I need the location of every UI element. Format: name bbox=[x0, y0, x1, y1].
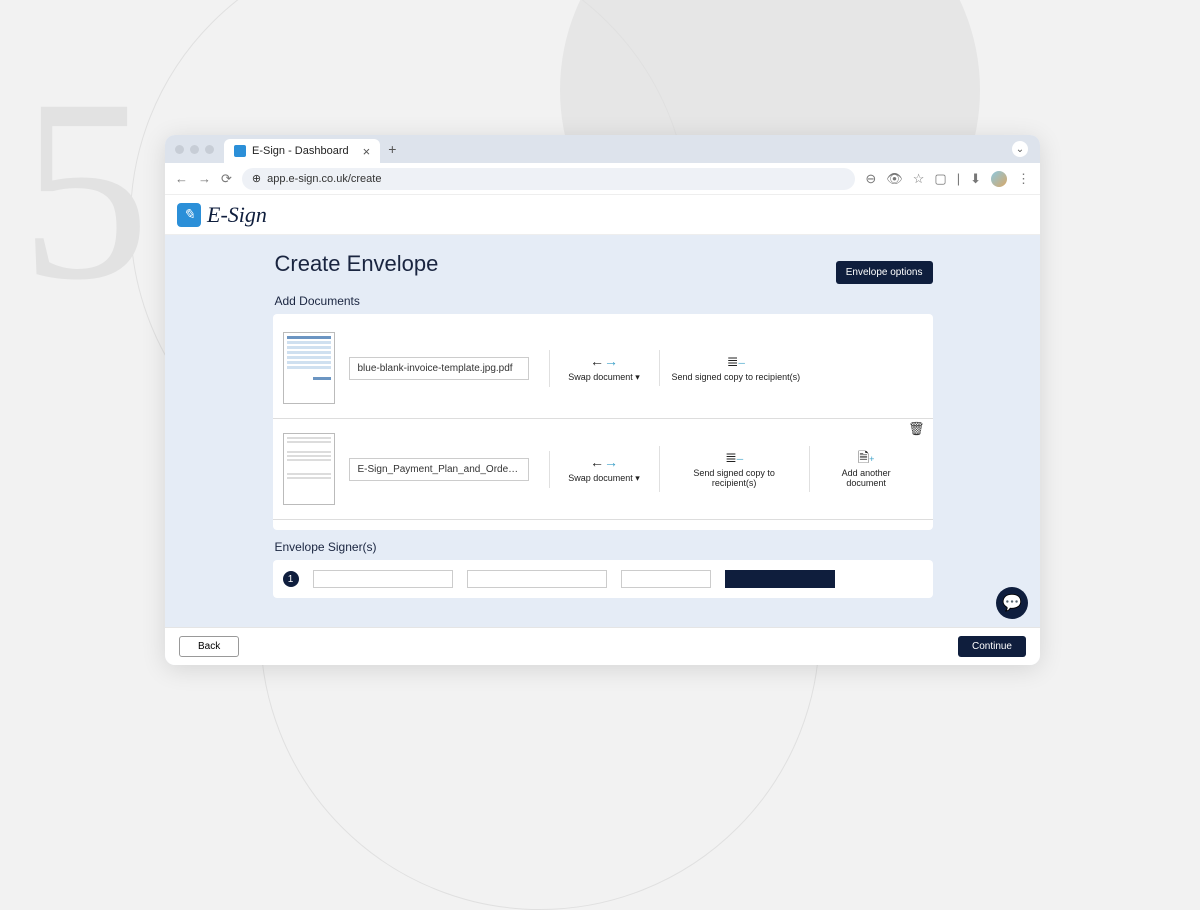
document-name-field[interactable]: blue-blank-invoice-template.jpg.pdf bbox=[349, 357, 529, 380]
brand-logo-icon: ✎ bbox=[177, 203, 201, 227]
eye-off-icon[interactable]: 👁 bbox=[886, 171, 903, 187]
step-number: 5 bbox=[20, 60, 150, 320]
profile-avatar[interactable] bbox=[991, 171, 1007, 187]
url-field[interactable]: ⊕ app.e-sign.co.uk/create bbox=[242, 168, 855, 190]
nav-back-icon[interactable]: ← bbox=[175, 171, 188, 186]
send-label: Send signed copy to recipient(s) bbox=[672, 372, 801, 382]
new-tab-button[interactable]: + bbox=[388, 141, 396, 157]
browser-window: E-Sign - Dashboard × + ⌄ ← → ⟳ ⊕ app.e-s… bbox=[165, 135, 1040, 665]
continue-button[interactable]: Continue bbox=[958, 636, 1026, 657]
chat-widget-button[interactable]: 💬 bbox=[996, 587, 1028, 619]
add-label: Add another document bbox=[822, 468, 911, 488]
document-thumbnail[interactable] bbox=[283, 332, 335, 404]
signers-card: 1 bbox=[273, 560, 933, 598]
window-controls[interactable] bbox=[175, 145, 214, 154]
swap-icon: ←→ bbox=[590, 354, 618, 368]
swap-label: Swap document ▾ bbox=[568, 473, 640, 484]
tab-overflow[interactable]: ⌄ bbox=[1012, 141, 1028, 157]
document-name-field[interactable]: E-Sign_Payment_Plan_and_Order_Form_l bbox=[349, 458, 529, 481]
browser-tab[interactable]: E-Sign - Dashboard × bbox=[224, 139, 380, 163]
envelope-signers-label: Envelope Signer(s) bbox=[275, 540, 933, 554]
tab-title: E-Sign - Dashboard bbox=[252, 145, 349, 157]
page-title: Create Envelope bbox=[275, 251, 439, 277]
document-lines-icon: ≣─ bbox=[727, 354, 745, 368]
document-row: blue-blank-invoice-template.jpg.pdf ←→ S… bbox=[283, 324, 923, 412]
envelope-options-button[interactable]: Envelope options bbox=[836, 261, 933, 284]
back-button[interactable]: Back bbox=[179, 636, 239, 657]
swap-document-button[interactable]: ←→ Swap document ▾ bbox=[549, 350, 659, 387]
extension-icon[interactable]: ▢ bbox=[934, 171, 946, 187]
app-viewport: ✎ E-Sign Create Envelope Envelope option… bbox=[165, 195, 1040, 665]
chat-icon: 💬 bbox=[1002, 593, 1022, 613]
send-label: Send signed copy to recipient(s) bbox=[672, 468, 797, 488]
kebab-menu-icon[interactable]: ⋮ bbox=[1017, 171, 1030, 187]
signer-index-badge: 1 bbox=[283, 571, 299, 587]
add-document-button[interactable]: 🗎+ Add another document bbox=[809, 446, 923, 492]
add-documents-label: Add Documents bbox=[275, 294, 933, 308]
signer-email-field[interactable] bbox=[467, 570, 607, 588]
brand-name: E-Sign bbox=[207, 202, 267, 228]
row-divider bbox=[273, 519, 933, 520]
signer-action-button[interactable] bbox=[725, 570, 835, 588]
signer-role-field[interactable] bbox=[621, 570, 711, 588]
send-copy-button[interactable]: ≣─ Send signed copy to recipient(s) bbox=[659, 446, 809, 492]
nav-reload-icon[interactable]: ⟳ bbox=[221, 171, 232, 187]
brand-bar: ✎ E-Sign bbox=[165, 195, 1040, 235]
footer-bar: Back Continue bbox=[165, 627, 1040, 665]
site-info-icon[interactable]: ⊕ bbox=[252, 172, 261, 185]
document-lines-icon: ≣─ bbox=[725, 450, 743, 464]
row-divider bbox=[273, 418, 933, 419]
url-bar: ← → ⟳ ⊕ app.e-sign.co.uk/create ⊖ 👁 ☆ ▢ … bbox=[165, 163, 1040, 195]
nav-forward-icon[interactable]: → bbox=[198, 171, 211, 186]
divider: | bbox=[957, 171, 960, 186]
content-area: Create Envelope Envelope options Add Doc… bbox=[165, 235, 1040, 627]
document-thumbnail[interactable] bbox=[283, 433, 335, 505]
favicon bbox=[234, 145, 246, 157]
swap-document-button[interactable]: ←→ Swap document ▾ bbox=[549, 451, 659, 488]
documents-card: blue-blank-invoice-template.jpg.pdf ←→ S… bbox=[273, 314, 933, 530]
send-copy-button[interactable]: ≣─ Send signed copy to recipient(s) bbox=[659, 350, 813, 386]
add-document-icon: 🗎+ bbox=[858, 450, 875, 464]
delete-document-icon[interactable]: 🗑 bbox=[908, 421, 925, 437]
tab-strip: E-Sign - Dashboard × + ⌄ bbox=[165, 135, 1040, 163]
signer-name-field[interactable] bbox=[313, 570, 453, 588]
url-text: app.e-sign.co.uk/create bbox=[267, 173, 381, 185]
download-icon[interactable]: ⬇ bbox=[970, 171, 981, 187]
document-row: 🗑 E-Sign_Payment_Plan_and_Order_Form_l ←… bbox=[283, 425, 923, 513]
swap-label: Swap document ▾ bbox=[568, 372, 640, 383]
swap-icon: ←→ bbox=[590, 455, 618, 469]
close-tab-icon[interactable]: × bbox=[363, 144, 371, 159]
zoom-icon[interactable]: ⊖ bbox=[865, 171, 876, 187]
star-icon[interactable]: ☆ bbox=[913, 171, 925, 187]
